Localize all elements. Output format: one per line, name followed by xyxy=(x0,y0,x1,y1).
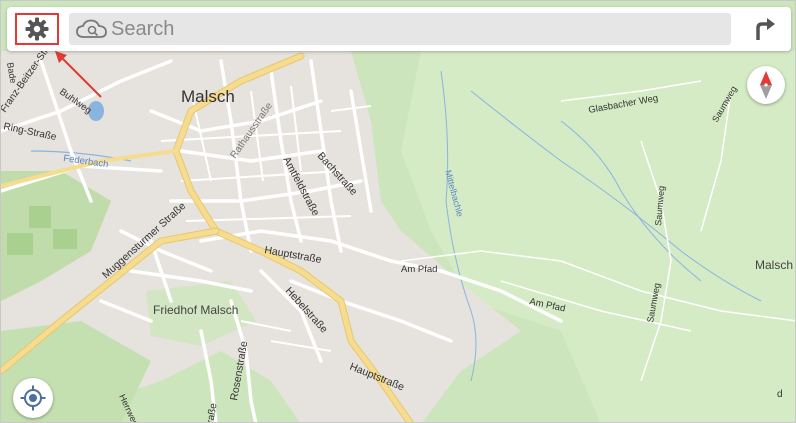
town-label: Malsch xyxy=(181,87,235,106)
top-toolbar xyxy=(7,7,791,51)
locate-button[interactable] xyxy=(13,378,53,418)
map-label-am-pfad: Am Pfad xyxy=(401,264,437,275)
compass-icon xyxy=(760,71,772,99)
field-patch xyxy=(53,229,77,249)
map-label-malsch-right: Malsch xyxy=(755,258,793,272)
turn-right-arrow-icon xyxy=(756,18,775,40)
map-app-window: Malsch Friedhof Malsch Hauptstraße Haupt… xyxy=(0,0,796,423)
compass-button[interactable] xyxy=(747,66,785,104)
settings-button[interactable] xyxy=(15,13,59,45)
map-view[interactable]: Malsch Friedhof Malsch Hauptstraße Haupt… xyxy=(1,1,796,423)
field-patch xyxy=(7,233,33,255)
route-button[interactable] xyxy=(749,13,781,45)
field-patch xyxy=(29,206,51,228)
locate-target-icon xyxy=(20,385,46,411)
gear-icon xyxy=(25,17,49,41)
search-bar[interactable] xyxy=(69,13,731,45)
map-label-partial-d: d xyxy=(777,389,783,400)
cloud-search-icon xyxy=(76,19,107,38)
search-input[interactable] xyxy=(109,14,711,44)
map-label-friedhof: Friedhof Malsch xyxy=(153,303,238,317)
